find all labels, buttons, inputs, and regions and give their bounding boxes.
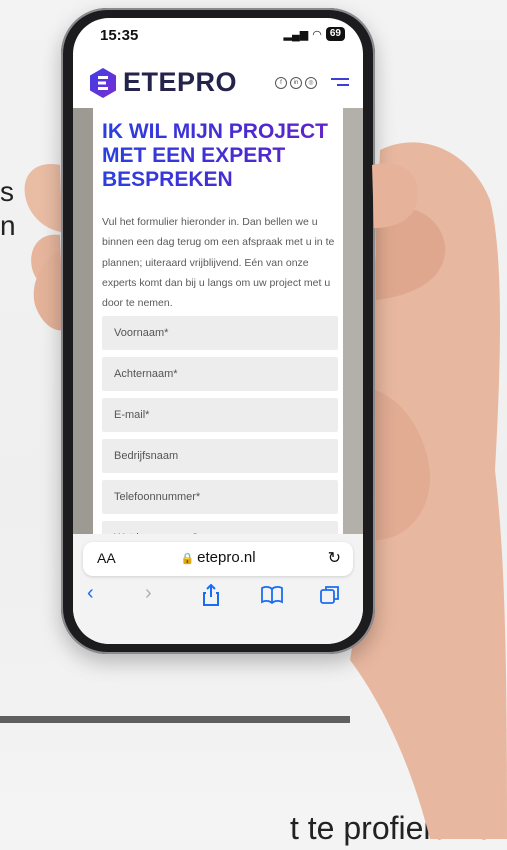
contact-form-section: IK WIL MIJN PROJECT MET EEN EXPERT BESPR… — [93, 108, 343, 534]
page-content: IK WIL MIJN PROJECT MET EEN EXPERT BESPR… — [73, 108, 363, 534]
url-text: etepro.nl — [197, 549, 256, 566]
linkedin-icon[interactable]: in — [290, 77, 302, 89]
browser-toolbar: AA 🔒 etepro.nl ↻ ‹ › — [73, 534, 363, 644]
page-title: IK WIL MIJN PROJECT MET EEN EXPERT BESPR… — [102, 120, 352, 192]
phone-screen: 15:35 ▂▄▆ ◠ 69 ETEPRO f in ◎ IK WIL MIJN… — [73, 18, 363, 644]
question-field[interactable] — [102, 521, 338, 534]
forward-icon[interactable]: › — [145, 582, 152, 605]
tabs-icon[interactable] — [320, 585, 340, 605]
first-name-field[interactable] — [102, 316, 338, 350]
phone-number-field[interactable] — [102, 480, 338, 514]
logo-text[interactable]: ETEPRO — [123, 67, 237, 98]
background-divider — [0, 716, 350, 723]
social-links: f in ◎ — [275, 77, 317, 89]
lock-icon: 🔒 — [180, 553, 195, 565]
wifi-icon: ◠ — [312, 28, 322, 41]
status-bar: 15:35 ▂▄▆ ◠ 69 — [73, 18, 363, 52]
intro-text: Vul het formulier hieronder in. Dan bell… — [102, 216, 335, 310]
reload-icon[interactable]: ↻ — [328, 548, 341, 568]
status-time: 15:35 — [100, 27, 139, 44]
background-bottom-text: t te profielen of ontw — [290, 810, 507, 846]
url-display[interactable]: 🔒 etepro.nl — [83, 549, 353, 566]
facebook-icon[interactable]: f — [275, 77, 287, 89]
bookmarks-icon[interactable] — [261, 586, 283, 604]
signal-icon: ▂▄▆ — [283, 28, 309, 41]
site-header: ETEPRO f in ◎ — [73, 62, 363, 108]
content-side-panel-left — [73, 108, 93, 534]
menu-icon[interactable] — [331, 78, 349, 88]
email-field[interactable] — [102, 398, 338, 432]
back-icon[interactable]: ‹ — [87, 582, 94, 605]
etepro-logo-icon[interactable] — [89, 68, 117, 98]
phone-frame: 15:35 ▂▄▆ ◠ 69 ETEPRO f in ◎ IK WIL MIJN… — [61, 8, 375, 654]
status-icons: ▂▄▆ ◠ 69 — [284, 27, 345, 41]
background-letter-s: s — [0, 176, 14, 207]
browser-nav: ‹ › — [73, 582, 363, 612]
share-icon[interactable] — [202, 584, 220, 606]
company-name-field[interactable] — [102, 439, 338, 473]
last-name-field[interactable] — [102, 357, 338, 391]
instagram-icon[interactable]: ◎ — [305, 77, 317, 89]
background-letter-n: n — [0, 210, 16, 241]
address-bar[interactable]: AA 🔒 etepro.nl ↻ — [83, 542, 353, 576]
battery-icon: 69 — [325, 27, 345, 41]
